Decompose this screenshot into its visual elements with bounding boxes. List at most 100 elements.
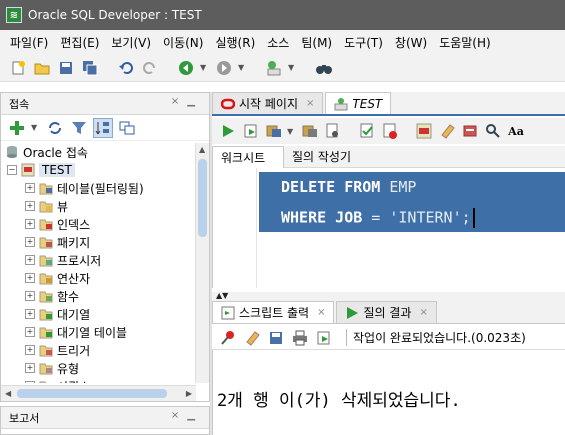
run-output-icon[interactable]: [314, 328, 334, 348]
menu-source[interactable]: 소스: [261, 34, 295, 51]
schema-browser-icon[interactable]: [93, 117, 113, 138]
tree-connection-test[interactable]: − TEST: [1, 161, 196, 179]
scroll-left-icon[interactable]: ◀: [5, 389, 11, 398]
expand-toggle-icon[interactable]: +: [25, 183, 35, 193]
add-connection-icon[interactable]: [7, 118, 27, 138]
tree-item[interactable]: + 대기열 테이블: [1, 323, 196, 341]
sql-worksheet-dropdown-icon[interactable]: ▼: [288, 63, 298, 72]
run-statement-icon[interactable]: [218, 121, 238, 141]
menu-tools[interactable]: 도구(T): [338, 34, 389, 51]
expand-toggle-icon[interactable]: +: [25, 327, 35, 337]
tree-item[interactable]: + 트리거: [1, 341, 196, 359]
redo-icon[interactable]: [140, 58, 160, 78]
tree-item[interactable]: + 프로시저: [1, 251, 196, 269]
tab-close-icon[interactable]: ×: [306, 98, 314, 109]
autotrace-icon[interactable]: [357, 121, 377, 141]
sql-worksheet-icon[interactable]: [264, 58, 284, 78]
menu-view[interactable]: 보기(V): [105, 34, 157, 51]
tree-item[interactable]: + 함수: [1, 287, 196, 305]
sql-tuning-icon[interactable]: [414, 121, 434, 141]
filter-icon[interactable]: [69, 118, 89, 138]
refresh-icon[interactable]: [45, 118, 65, 138]
clear-eraser-icon[interactable]: [437, 121, 457, 141]
print-icon[interactable]: [290, 328, 310, 348]
db-error-icon[interactable]: [380, 121, 400, 141]
tree-item-label: 시퀀스: [57, 378, 90, 384]
tab-start-page-label: 시작 페이지: [239, 97, 299, 111]
history-icon[interactable]: [460, 121, 480, 141]
find-icon[interactable]: [483, 121, 503, 141]
forward-dropdown-icon[interactable]: ▼: [238, 63, 248, 72]
menu-edit[interactable]: 편집(E): [54, 34, 105, 51]
expand-toggle-icon[interactable]: +: [25, 273, 35, 283]
text-case-icon[interactable]: Aa: [506, 121, 526, 141]
tab-test-worksheet[interactable]: TEST: [325, 92, 392, 114]
tree-item[interactable]: + 인덱스: [1, 215, 196, 233]
save-icon[interactable]: [56, 58, 76, 78]
explain-plan-icon[interactable]: [323, 121, 343, 141]
menu-team[interactable]: 팀(M): [295, 34, 338, 51]
tree-item[interactable]: + 대기열: [1, 305, 196, 323]
binoculars-icon[interactable]: [314, 58, 334, 78]
undo-icon[interactable]: [116, 58, 136, 78]
tab-query-builder[interactable]: 질의 작성기: [284, 146, 359, 168]
save-all-icon[interactable]: [80, 58, 100, 78]
expand-toggle-icon[interactable]: +: [25, 201, 35, 211]
tree-item[interactable]: + 패키지: [1, 233, 196, 251]
expand-toggle-icon[interactable]: +: [25, 255, 35, 265]
folder-icon: [39, 325, 53, 339]
tree-item[interactable]: + 테이블(필터링됨): [1, 179, 196, 197]
expand-toggle-icon[interactable]: +: [25, 345, 35, 355]
menu-navigate[interactable]: 이동(N): [157, 34, 209, 51]
tab-close-icon[interactable]: ×: [317, 307, 325, 318]
collapse-toggle-icon[interactable]: −: [7, 165, 17, 175]
expand-toggle-icon[interactable]: +: [25, 237, 35, 247]
menu-help[interactable]: 도움말(H): [433, 34, 497, 51]
collapse-icon[interactable]: [117, 118, 137, 138]
open-folder-icon[interactable]: [32, 58, 52, 78]
new-file-icon[interactable]: [8, 58, 28, 78]
expand-toggle-icon[interactable]: +: [25, 309, 35, 319]
scroll-thumb-h[interactable]: [17, 389, 167, 398]
forward-icon[interactable]: [214, 58, 234, 78]
add-connection-dropdown-icon[interactable]: ▼: [31, 123, 41, 132]
menu-run[interactable]: 실행(R): [209, 34, 261, 51]
panel-controls[interactable]: ×▁: [171, 96, 203, 107]
run-script-icon[interactable]: [241, 121, 261, 141]
scroll-up-icon[interactable]: ▲: [199, 145, 205, 154]
expand-toggle-icon[interactable]: +: [25, 363, 35, 373]
tab-start-page[interactable]: 시작 페이지 ×: [212, 92, 324, 114]
tree-item-label: 테이블(필터링됨): [57, 181, 144, 196]
tree-item-label: 뷰: [57, 199, 69, 214]
tab-close-icon[interactable]: ×: [419, 307, 427, 318]
tab-script-output[interactable]: 스크립트 출력 ×: [212, 301, 335, 323]
save-output-icon[interactable]: [266, 328, 286, 348]
tree-vertical-scrollbar[interactable]: ▲: [195, 143, 209, 383]
commit-icon[interactable]: [264, 121, 284, 141]
tree-horizontal-scrollbar[interactable]: ◀ ▶: [1, 385, 196, 401]
expand-toggle-icon[interactable]: +: [25, 219, 35, 229]
reports-panel-controls[interactable]: ×▁: [171, 410, 203, 421]
pin-icon[interactable]: [218, 328, 238, 348]
tree-item[interactable]: + 뷰: [1, 197, 196, 215]
back-dropdown-icon[interactable]: ▼: [200, 63, 210, 72]
tab-worksheet[interactable]: 워크시트: [212, 145, 284, 168]
back-icon[interactable]: [176, 58, 196, 78]
tab-query-result[interactable]: 질의 결과 ×: [336, 301, 437, 323]
horizontal-splitter[interactable]: ▲▼: [212, 292, 565, 300]
clear-output-icon[interactable]: [242, 328, 262, 348]
menu-file[interactable]: 파일(F): [4, 34, 54, 51]
scroll-thumb[interactable]: [198, 159, 207, 237]
folder-icon: [39, 379, 53, 383]
menu-window[interactable]: 창(W): [389, 34, 433, 51]
expand-toggle-icon[interactable]: +: [25, 291, 35, 301]
scroll-right-icon[interactable]: ▶: [186, 389, 192, 398]
sql-editor[interactable]: DELETE FROM EMP WHERE JOB = 'INTERN';: [212, 168, 565, 288]
tree-root-oracle-connections[interactable]: Oracle 접속: [1, 143, 196, 161]
commit-dropdown-icon[interactable]: ▼: [287, 127, 297, 136]
tree-item[interactable]: + 연산자: [1, 269, 196, 287]
expand-toggle-icon[interactable]: +: [25, 381, 35, 383]
tree-item[interactable]: + 유형: [1, 359, 196, 377]
tree-item[interactable]: + 시퀀스: [1, 377, 196, 383]
rollback-icon[interactable]: [300, 121, 320, 141]
